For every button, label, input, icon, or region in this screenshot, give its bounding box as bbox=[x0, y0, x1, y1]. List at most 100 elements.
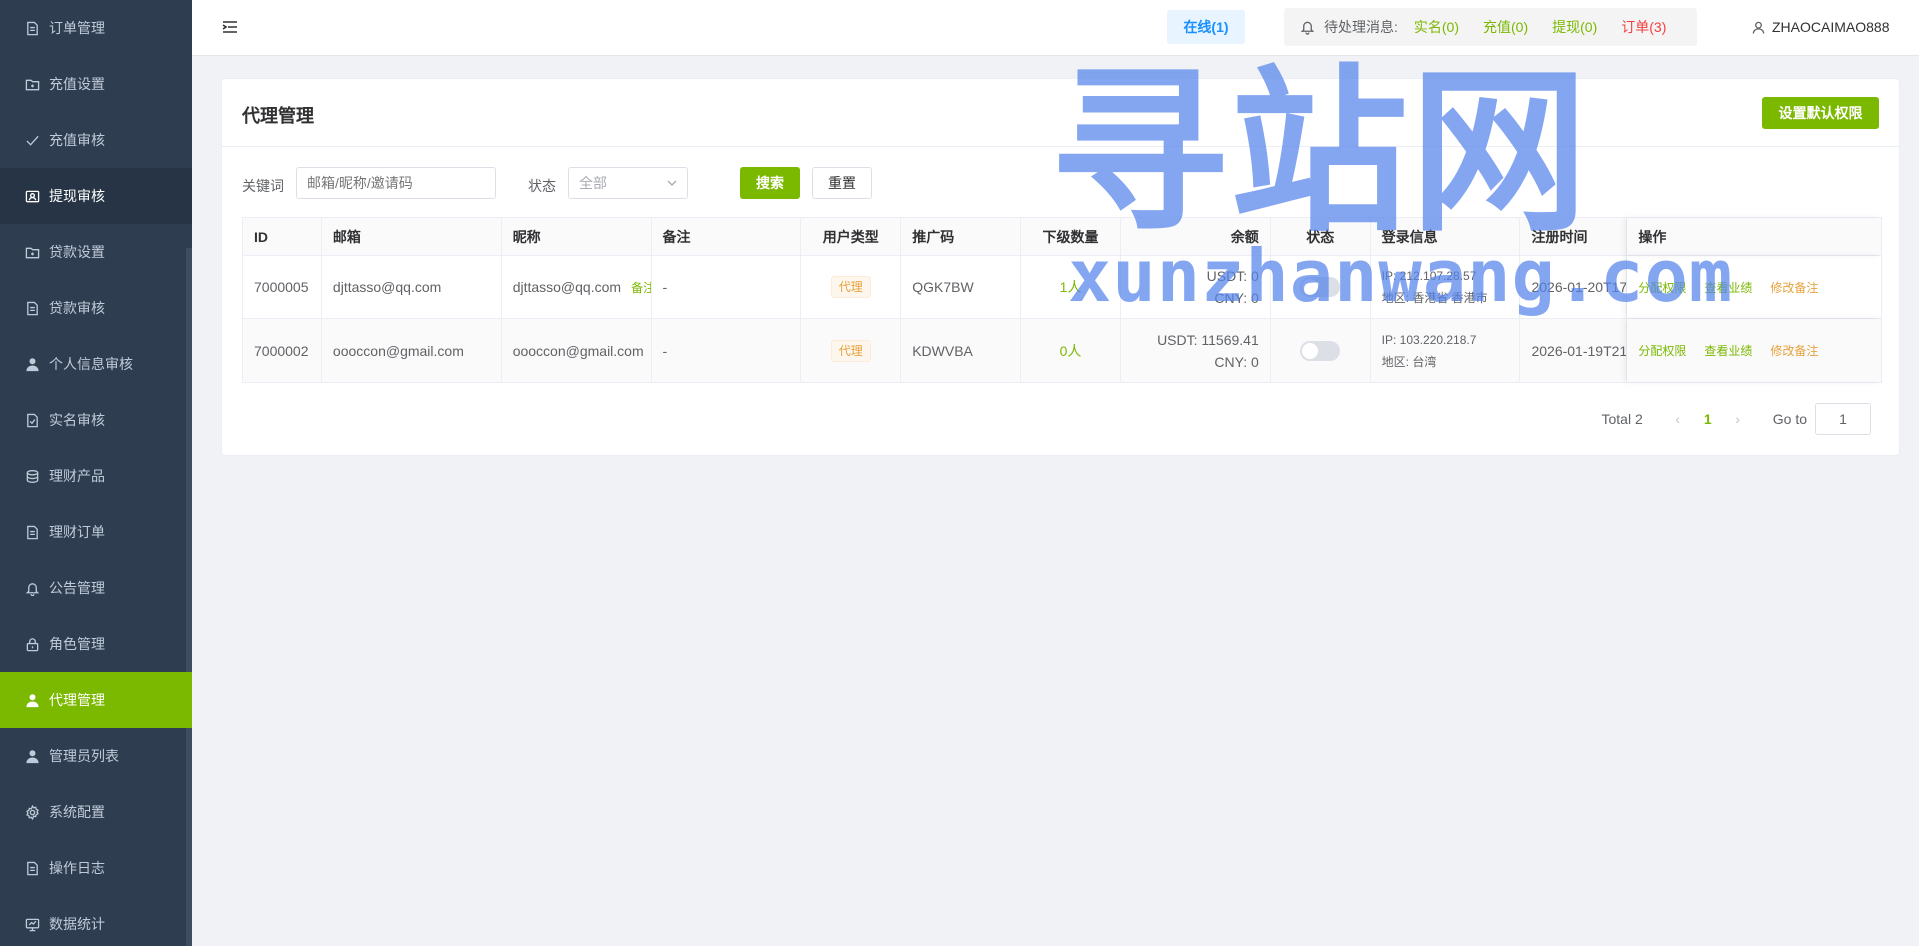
cell-register-time: 2026-01-20T17:2 bbox=[1520, 256, 1628, 318]
pending-recharge-link[interactable]: 充值(0) bbox=[1483, 17, 1528, 37]
col-header-nickname: 昵称 bbox=[502, 218, 652, 255]
goto-page-input[interactable] bbox=[1815, 403, 1871, 435]
table-row: 7000005djttasso@qq.comdjttasso@qq.com备注-… bbox=[243, 256, 1881, 319]
row-action-1-button[interactable]: 查看业绩 bbox=[1704, 279, 1752, 296]
col-header-balance: 余额 bbox=[1121, 218, 1271, 255]
col-header-status: 状态 bbox=[1271, 218, 1371, 255]
sidebar-item-label: 操作日志 bbox=[49, 860, 105, 876]
cell-email: oooccon@gmail.com bbox=[322, 319, 502, 382]
status-select-value: 全部 bbox=[579, 175, 607, 191]
cell-sub-count[interactable]: 1人 bbox=[1021, 256, 1121, 318]
set-default-permission-button[interactable]: 设置默认权限 bbox=[1762, 97, 1879, 129]
row-action-0-button[interactable]: 分配权限 bbox=[1638, 342, 1686, 359]
document-icon bbox=[24, 524, 40, 540]
gear-icon bbox=[24, 804, 40, 820]
sidebar-item-label: 角色管理 bbox=[49, 636, 105, 652]
col-header-note: 备注 bbox=[652, 218, 802, 255]
sidebar-item-6[interactable]: 个人信息审核 bbox=[0, 336, 192, 392]
id-card-icon bbox=[24, 188, 40, 204]
cell-actions: 分配权限 查看业绩 修改备注 bbox=[1627, 319, 1881, 382]
sidebar-item-2[interactable]: 充值审核 bbox=[0, 112, 192, 168]
sidebar-item-8[interactable]: 理财产品 bbox=[0, 448, 192, 504]
col-header-promo-code: 推广码 bbox=[901, 218, 1022, 255]
keyword-input[interactable] bbox=[296, 167, 496, 199]
row-action-2-button[interactable]: 修改备注 bbox=[1770, 342, 1818, 359]
balance-cny: CNY: 0 bbox=[1214, 353, 1259, 370]
user-icon bbox=[24, 692, 40, 708]
table-body: 7000005djttasso@qq.comdjttasso@qq.com备注-… bbox=[243, 256, 1881, 382]
pending-withdraw-link[interactable]: 提现(0) bbox=[1552, 17, 1597, 37]
sidebar-item-4[interactable]: 贷款设置 bbox=[0, 224, 192, 280]
row-action-2-button[interactable]: 修改备注 bbox=[1770, 279, 1818, 296]
user-type-tag: 代理 bbox=[830, 276, 871, 298]
pending-messages-bar: 待处理消息: 实名(0) 充值(0) 提现(0) 订单(3) bbox=[1284, 8, 1697, 46]
sidebar-item-13[interactable]: 管理员列表 bbox=[0, 728, 192, 784]
prev-page-button[interactable]: ‹ bbox=[1663, 411, 1693, 427]
row-action-1-button[interactable]: 查看业绩 bbox=[1704, 342, 1752, 359]
sidebar-item-7[interactable]: 实名审核 bbox=[0, 392, 192, 448]
sidebar-item-14[interactable]: 系统配置 bbox=[0, 784, 192, 840]
table-header-row: ID 邮箱 昵称 备注 用户类型 推广码 下级数量 余额 状态 登录信息 注册时… bbox=[243, 218, 1881, 256]
sidebar-item-label: 贷款审核 bbox=[49, 300, 105, 316]
agent-table: ID 邮箱 昵称 备注 用户类型 推广码 下级数量 余额 状态 登录信息 注册时… bbox=[242, 217, 1882, 383]
card-header: 代理管理 设置默认权限 bbox=[222, 79, 1899, 147]
cell-nickname: djttasso@qq.com 备注 bbox=[502, 256, 652, 318]
user-icon bbox=[24, 356, 40, 372]
next-page-button[interactable]: › bbox=[1723, 411, 1753, 427]
sidebar-item-label: 理财产品 bbox=[49, 468, 105, 484]
cell-balance: USDT: 0 CNY: 0 bbox=[1121, 256, 1271, 318]
collapse-menu-icon[interactable] bbox=[222, 19, 238, 35]
document-icon bbox=[24, 20, 40, 36]
keyword-label: 关键词 bbox=[242, 178, 284, 194]
cell-note: - bbox=[652, 319, 802, 382]
sidebar-nav: 订单管理充值设置充值审核提现审核 贷款设置贷款审核个人信息审核实名审核理财产品理财… bbox=[0, 0, 192, 946]
pending-realname-link[interactable]: 实名(0) bbox=[1414, 17, 1459, 37]
nickname-text: oooccon@gmail.com bbox=[512, 342, 644, 359]
status-toggle[interactable] bbox=[1300, 340, 1341, 361]
sidebar: 订单管理充值设置充值审核提现审核 贷款设置贷款审核个人信息审核实名审核理财产品理财… bbox=[0, 0, 192, 946]
status-select[interactable]: 全部 bbox=[568, 167, 688, 199]
cell-id: 7000005 bbox=[243, 256, 322, 318]
status-toggle[interactable] bbox=[1300, 277, 1341, 297]
row-action-0-button[interactable]: 分配权限 bbox=[1638, 279, 1686, 296]
cell-promo-code: KDWVBA bbox=[901, 319, 1022, 382]
login-ip: IP: 103.220.218.7 bbox=[1381, 332, 1477, 347]
cell-login-info: IP: 212.107.28.57 地区: 香港省 香港市 bbox=[1371, 256, 1521, 318]
sidebar-item-label: 充值审核 bbox=[49, 132, 105, 148]
cell-sub-count[interactable]: 0人 bbox=[1021, 319, 1121, 382]
sidebar-item-16[interactable]: 数据统计 bbox=[0, 896, 192, 946]
page-title: 代理管理 bbox=[242, 106, 314, 126]
document-icon bbox=[24, 860, 40, 876]
goto-label: Go to bbox=[1772, 411, 1807, 427]
search-button[interactable]: 搜索 bbox=[740, 167, 800, 199]
online-count-badge[interactable]: 在线(1) bbox=[1167, 10, 1245, 44]
sidebar-item-10[interactable]: 公告管理 bbox=[0, 560, 192, 616]
sidebar-item-label: 充值设置 bbox=[49, 76, 105, 92]
col-header-login-info: 登录信息 bbox=[1371, 218, 1521, 255]
document-icon bbox=[24, 300, 40, 316]
cell-balance: USDT: 11569.41 CNY: 0 bbox=[1121, 319, 1271, 382]
agent-management-card: 代理管理 设置默认权限 关键词 状态 全部 搜索 重置 ID 邮箱 昵称 备注 … bbox=[221, 78, 1900, 456]
sidebar-item-9[interactable]: 理财订单 bbox=[0, 504, 192, 560]
sidebar-item-15[interactable]: 操作日志 bbox=[0, 840, 192, 896]
sidebar-item-label: 数据统计 bbox=[49, 916, 105, 932]
cell-note: - bbox=[652, 256, 802, 318]
folder-icon bbox=[24, 76, 40, 92]
nickname-note-link[interactable]: 备注 bbox=[631, 279, 650, 296]
sidebar-item-3[interactable]: 提现审核 bbox=[0, 168, 192, 224]
cell-promo-code: QGK7BW bbox=[901, 256, 1022, 318]
sidebar-item-label: 公告管理 bbox=[49, 580, 105, 596]
sidebar-item-label: 个人信息审核 bbox=[49, 356, 133, 372]
sidebar-item-0[interactable]: 订单管理 bbox=[0, 0, 192, 56]
user-menu[interactable]: ZHAOCAIMAO888 bbox=[1752, 19, 1889, 35]
page-number-current[interactable]: 1 bbox=[1693, 411, 1723, 427]
sidebar-item-12[interactable]: 代理管理 bbox=[0, 672, 192, 728]
pending-order-link[interactable]: 订单(3) bbox=[1621, 17, 1666, 37]
cell-nickname: oooccon@gmail.com bbox=[502, 319, 652, 382]
user-icon bbox=[1752, 21, 1765, 34]
sidebar-item-1[interactable]: 充值设置 bbox=[0, 56, 192, 112]
reset-button[interactable]: 重置 bbox=[812, 167, 872, 199]
sidebar-item-11[interactable]: 角色管理 bbox=[0, 616, 192, 672]
sidebar-item-5[interactable]: 贷款审核 bbox=[0, 280, 192, 336]
cell-user-type: 代理 bbox=[801, 256, 902, 318]
